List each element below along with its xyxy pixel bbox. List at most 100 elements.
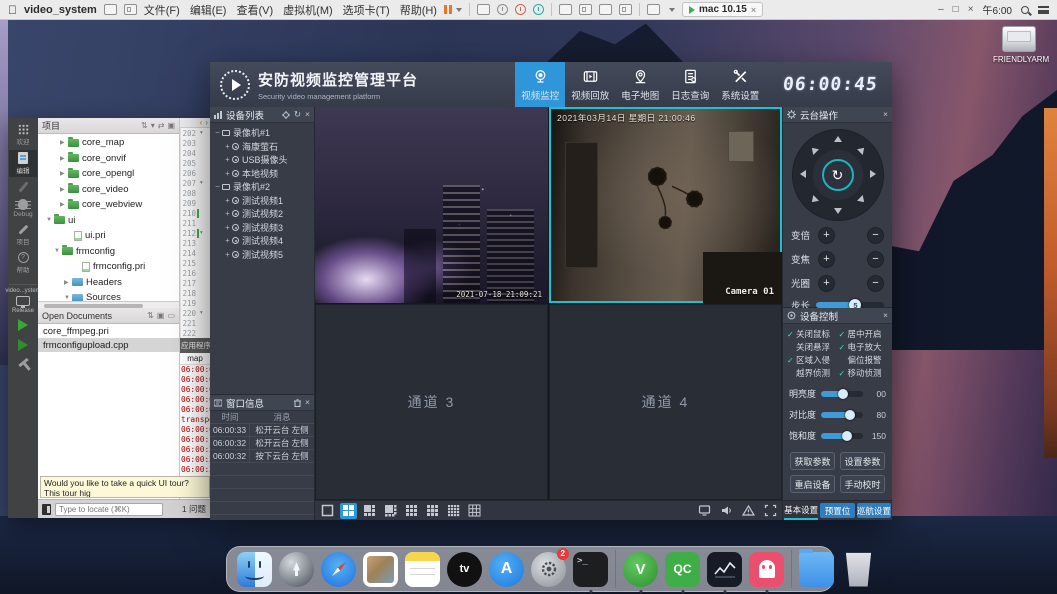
slider-track[interactable] — [821, 412, 863, 418]
expander-icon[interactable]: ▶ — [60, 170, 68, 177]
expander-icon[interactable]: + — [223, 209, 232, 218]
vm-menu-item[interactable]: 文件(F) — [144, 2, 180, 18]
expander-icon[interactable]: + — [223, 169, 232, 178]
tab-electronic-map[interactable]: 电子地图 — [615, 62, 665, 107]
layout-split-icon[interactable] — [579, 4, 592, 15]
vm-menu-item[interactable]: 虚拟机(M) — [283, 2, 333, 18]
locator-input[interactable] — [55, 503, 163, 516]
forward-icon[interactable]: › — [205, 118, 208, 127]
minus-button[interactable]: − — [867, 251, 884, 268]
issues-count[interactable]: 1 问题 — [182, 503, 206, 515]
project-tree-item[interactable]: ▶ core_map — [38, 135, 179, 151]
device-tree-item[interactable]: + 海康萤石 — [210, 140, 314, 154]
layout-36-button[interactable] — [466, 503, 483, 519]
device-tree-item[interactable]: + 测试视频3 — [210, 221, 314, 235]
plus-button[interactable]: + — [818, 251, 835, 268]
project-tree-item[interactable]: ▶ core_video — [38, 182, 179, 198]
plus-button[interactable]: + — [818, 275, 835, 292]
ptz-upleft-arrow[interactable] — [809, 145, 819, 155]
menu-bar-clock[interactable]: 午6:00 — [983, 2, 1012, 17]
dock-apple-tv-icon[interactable]: tv — [447, 552, 482, 587]
kit-selector[interactable]: video...ystem Release — [9, 284, 37, 314]
sync-icon[interactable]: ⇅ — [141, 121, 148, 130]
expander-icon[interactable]: + — [223, 196, 232, 205]
checkbox-option[interactable]: ✓ 区域入侵 — [787, 354, 839, 366]
pin-icon[interactable] — [104, 4, 117, 15]
close-icon[interactable]: × — [883, 311, 888, 320]
project-tree-item[interactable]: ▼ frmconfig — [38, 244, 179, 260]
close-icon[interactable]: × — [751, 5, 756, 15]
vm-menu-item[interactable]: 编辑(E) — [190, 2, 227, 18]
poll-monitor-icon[interactable] — [697, 503, 712, 518]
expander-icon[interactable]: ▶ — [60, 201, 68, 208]
sidebar-toggle-icon[interactable] — [42, 504, 51, 515]
log-row[interactable]: 06:00:32 松开云台 左侧 — [210, 437, 314, 450]
dock-photos-icon[interactable] — [363, 552, 398, 587]
device-tree-item[interactable]: + 测试视频1 — [210, 194, 314, 208]
fold-arrow-icon[interactable]: ▾ — [200, 180, 203, 186]
video-channel-4[interactable]: 通道 4 — [549, 304, 782, 500]
device-control-button[interactable]: 设置参数 — [840, 452, 885, 470]
refresh-icon[interactable]: ↻ — [294, 110, 301, 119]
layout-full-icon[interactable] — [599, 4, 612, 15]
apple-menu-icon[interactable]:  — [8, 4, 17, 16]
dock-notes-icon[interactable] — [405, 552, 440, 587]
fullscreen-icon[interactable] — [763, 503, 778, 518]
fold-arrow-icon[interactable]: ▾ — [200, 130, 203, 136]
close-icon[interactable]: × — [305, 398, 310, 407]
device-tree-item[interactable]: − 录像机#2 — [210, 180, 314, 194]
checkbox-option[interactable]: ✓ 偏位报警 — [839, 354, 891, 366]
layout-single-icon[interactable] — [559, 4, 572, 15]
tab-system-settings[interactable]: 系统设置 — [715, 62, 765, 107]
layout-1-button[interactable] — [319, 503, 336, 519]
expander-icon[interactable]: ▼ — [54, 248, 62, 254]
vm-menu-item[interactable]: 查看(V) — [236, 2, 273, 18]
checkbox-option[interactable]: ✓ 居中开启 — [839, 328, 891, 340]
device-control-button[interactable]: 重启设备 — [790, 475, 835, 493]
split-icon[interactable]: ▣ — [157, 311, 165, 320]
log-row[interactable]: 06:00:33 松开云台 左侧 — [210, 424, 314, 437]
project-tree-item[interactable]: ▶ core_webview — [38, 197, 179, 213]
run-debug-button[interactable] — [18, 339, 28, 351]
layout-8-button[interactable] — [382, 503, 399, 519]
printer-icon[interactable] — [477, 4, 490, 15]
expander-icon[interactable]: + — [223, 236, 232, 245]
device-control-button[interactable]: 手动校时 — [840, 475, 885, 493]
open-document-item[interactable]: core_ffmpeg.pri — [38, 324, 179, 338]
vm-window-icon[interactable] — [124, 4, 137, 15]
layout-4-button[interactable] — [340, 503, 357, 519]
tab-video-playback[interactable]: 视频回放 — [565, 62, 615, 107]
device-tree-item[interactable]: + 测试视频4 — [210, 234, 314, 248]
settings-tab[interactable]: 预置位 — [820, 503, 854, 518]
vm-minimize-button[interactable]: – — [938, 4, 944, 15]
ptz-downright-arrow[interactable] — [857, 195, 867, 205]
mode-help[interactable]: ?帮助 — [9, 250, 37, 276]
project-tree-item[interactable]: ▶ core_onvif — [38, 151, 179, 167]
volume-icon[interactable] — [719, 503, 734, 518]
expander-icon[interactable]: − — [213, 182, 222, 191]
layout-9-button[interactable] — [403, 503, 420, 519]
sync-icon[interactable]: ⇅ — [147, 311, 154, 320]
mode-projects[interactable]: 项目 — [9, 222, 37, 248]
dock-finder-icon[interactable] — [237, 552, 272, 587]
project-tree-item[interactable]: ▶ Headers — [38, 275, 179, 291]
expander-icon[interactable]: + — [223, 223, 232, 232]
dock-safari-icon[interactable] — [321, 552, 356, 587]
mode-welcome[interactable]: 欢迎 — [9, 122, 37, 148]
dock-app-store-icon[interactable]: A — [489, 552, 524, 587]
layout-16-button[interactable] — [445, 503, 462, 519]
expander-icon[interactable]: + — [223, 250, 232, 259]
alarm-warning-icon[interactable] — [741, 503, 756, 518]
fit-guest-icon[interactable] — [647, 4, 660, 15]
minus-button[interactable]: − — [867, 275, 884, 292]
checkbox-option[interactable]: ✓ 关闭鼠标 — [787, 328, 839, 340]
expander-icon[interactable]: ▶ — [60, 155, 68, 162]
dock-green-v-app-icon[interactable]: V — [623, 552, 658, 587]
split-icon[interactable]: ▣ — [167, 121, 175, 130]
video-channel-1[interactable]: 2021-07-18 21:09:21 — [315, 107, 548, 303]
log-row[interactable]: 06:00:32 按下云台 左侧 — [210, 450, 314, 463]
tab-video-monitor[interactable]: 视频监控 — [515, 62, 565, 107]
project-tree-item[interactable]: ▼ ui — [38, 213, 179, 229]
ptz-left-arrow[interactable] — [800, 170, 806, 178]
mode-edit[interactable]: 编辑 — [9, 150, 37, 177]
